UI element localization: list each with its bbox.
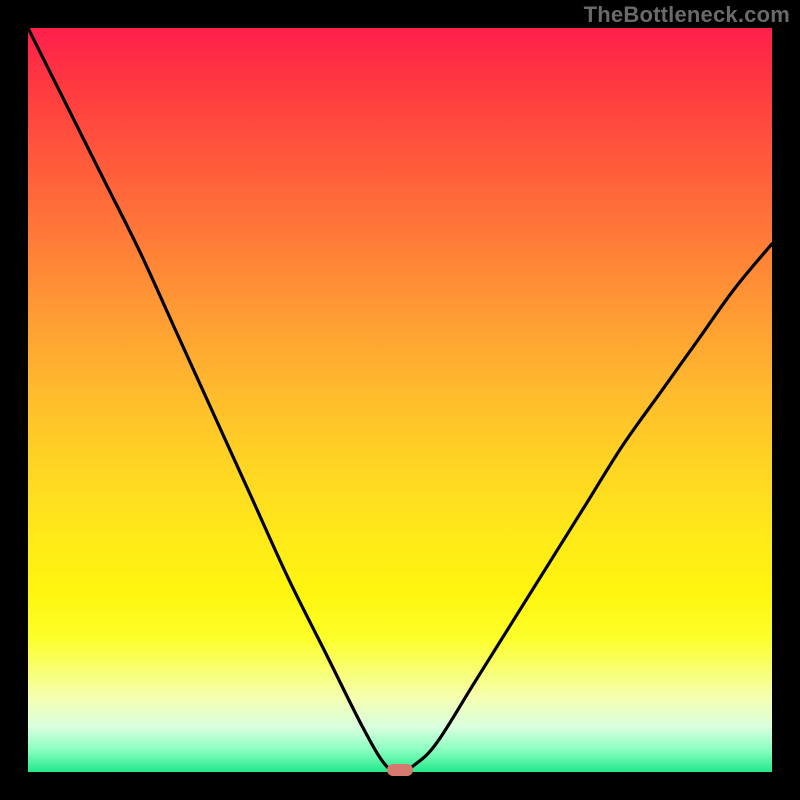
watermark-text: TheBottleneck.com bbox=[584, 2, 790, 28]
notch-marker bbox=[387, 764, 413, 776]
bottleneck-curve bbox=[28, 28, 772, 772]
plot-area bbox=[28, 28, 772, 772]
chart-frame: TheBottleneck.com bbox=[0, 0, 800, 800]
